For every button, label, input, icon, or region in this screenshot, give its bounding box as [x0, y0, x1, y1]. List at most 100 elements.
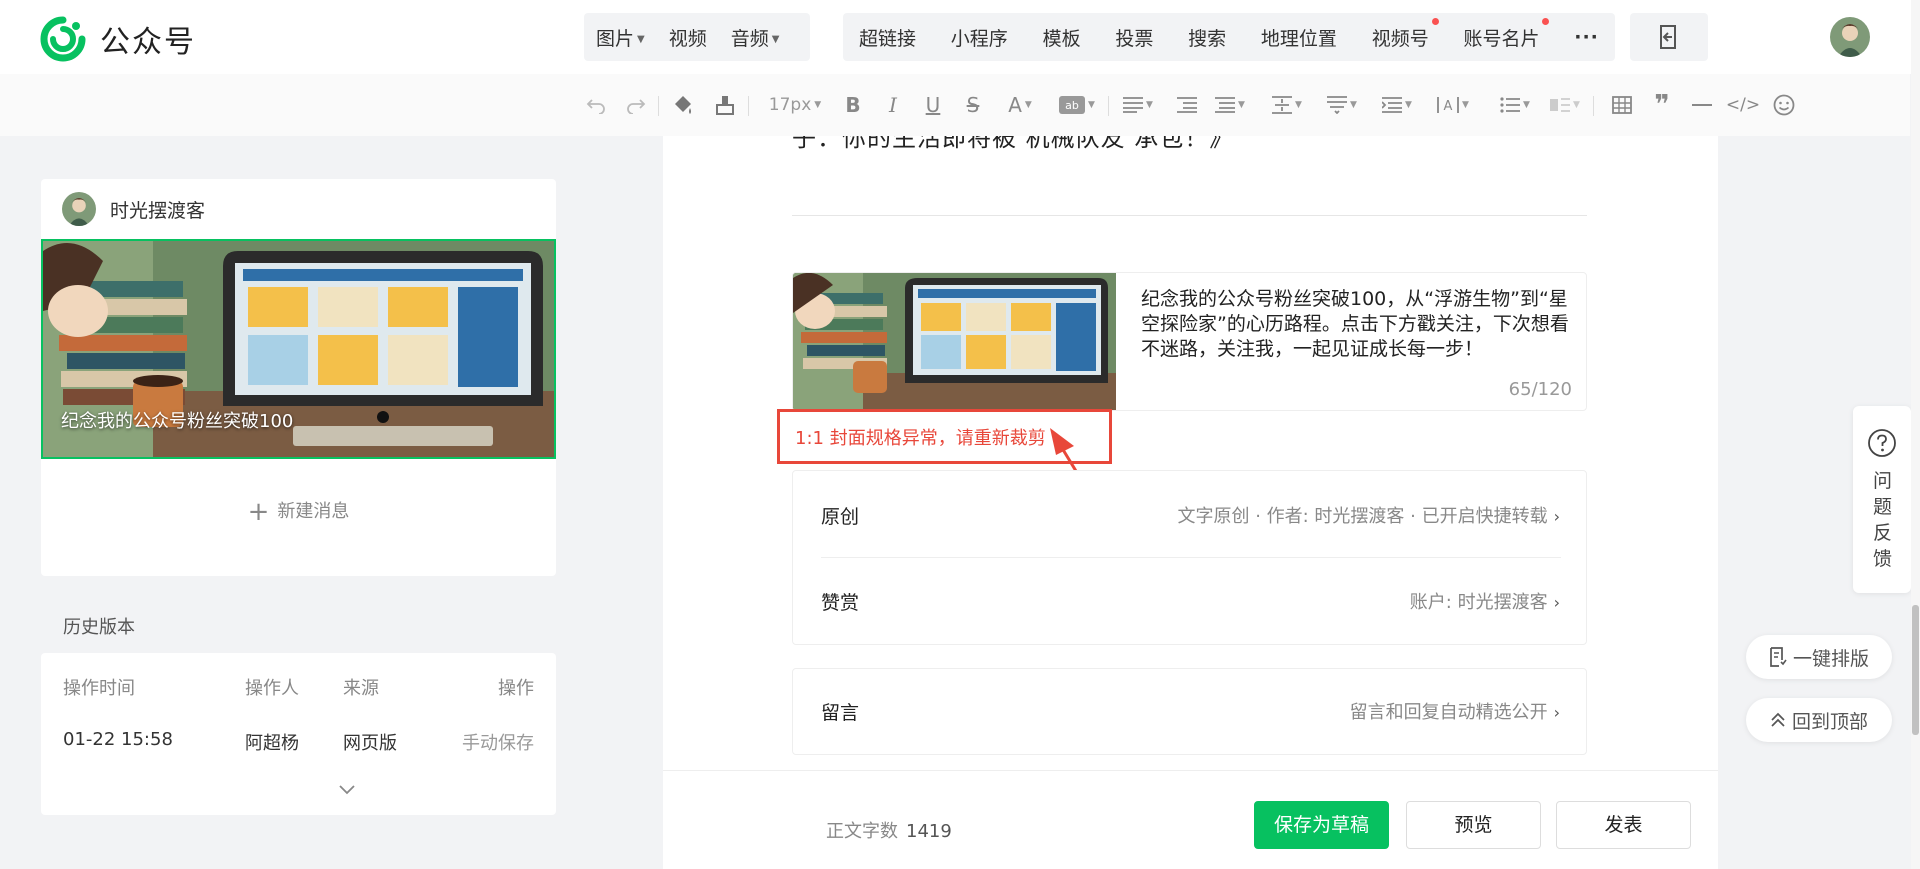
save-draft-button[interactable]: 保存为草稿: [1254, 801, 1389, 849]
word-count-label: 正文字数: [826, 821, 898, 842]
menu-search[interactable]: 搜索: [1176, 24, 1238, 51]
auto-layout-label: 一键排版: [1792, 647, 1869, 670]
chevron-right-icon: ›: [1553, 507, 1560, 526]
caret-down-icon: ▼: [1350, 100, 1357, 110]
caret-down-icon: ▼: [1573, 100, 1580, 110]
history-row-time: 01-22 15:58: [63, 729, 173, 750]
notification-dot: [1542, 17, 1550, 25]
logo-text: 公众号: [100, 25, 196, 60]
feedback-label: 问题反馈: [1873, 470, 1893, 570]
summary-char-count: 65/120: [1508, 379, 1572, 400]
publish-button[interactable]: 发表: [1556, 801, 1691, 849]
history-header-action: 操作: [498, 678, 534, 699]
highlight-icon[interactable]: ab ▼: [1057, 90, 1097, 120]
reward-value-text: 账户: 时光摆渡客: [1409, 592, 1548, 613]
menu-channels[interactable]: 视频号: [1360, 17, 1441, 51]
history-table: 操作时间 操作人 来源 操作 01-22 15:58 阿超杨 网页版 手动保存: [41, 653, 556, 815]
caret-down-icon: ▼: [637, 33, 645, 45]
editor-toolbar: 17px ▼ B I U S A ▼ ab ▼ ▼ ▼ ▼ ▼ ▼ A ▼ ▼ ▼ ❞ …: [0, 74, 1910, 136]
history-title: 历史版本: [63, 617, 135, 638]
line-spacing-icon[interactable]: ▼: [1270, 90, 1304, 120]
caret-down-icon: ▼: [814, 100, 822, 110]
history-row-operator: 阿超杨: [245, 733, 299, 754]
word-count-value: 1419: [906, 821, 952, 842]
original-value-text: 文字原创 · 作者: 时光摆渡客 · 已开启快捷转载: [1177, 506, 1548, 527]
account-avatar: [62, 192, 96, 226]
strikethrough-icon[interactable]: S: [963, 90, 983, 120]
menu-channels-label: 视频号: [1371, 27, 1429, 50]
menu-image-label: 图片: [596, 27, 635, 50]
border-icon[interactable]: ▼: [1548, 90, 1582, 120]
history-row-action[interactable]: 手动保存: [462, 729, 534, 755]
emoji-icon[interactable]: [1772, 90, 1796, 120]
preview-button[interactable]: 预览: [1406, 801, 1541, 849]
comments-label: 留言: [821, 702, 860, 724]
menu-account-card[interactable]: 账号名片: [1451, 17, 1551, 51]
original-setting-row[interactable]: 原创 文字原创 · 作者: 时光摆渡客 · 已开启快捷转载 ›: [793, 485, 1588, 545]
divider-icon[interactable]: [1690, 90, 1714, 120]
menu-image[interactable]: 图片 ▼: [584, 24, 657, 51]
underline-icon[interactable]: U: [923, 90, 943, 120]
caret-down-icon: ▼: [1238, 100, 1245, 110]
scrollbar-thumb[interactable]: [1912, 605, 1919, 735]
history-header-source: 来源: [343, 678, 379, 699]
back-to-top-button[interactable]: 回到顶部: [1746, 698, 1892, 742]
chevron-right-icon: ›: [1553, 703, 1560, 722]
undo-icon[interactable]: [585, 90, 607, 120]
list-spacing-icon[interactable]: ▼: [1380, 90, 1414, 120]
account-info: 时光摆渡客: [62, 192, 205, 226]
letter-spacing-icon[interactable]: ▼: [1325, 90, 1359, 120]
format-painter-icon[interactable]: [671, 90, 695, 120]
align-icon[interactable]: ▼: [1121, 90, 1155, 120]
caret-down-icon: ▼: [1405, 100, 1412, 110]
menu-location[interactable]: 地理位置: [1249, 24, 1349, 51]
font-color-icon[interactable]: A ▼: [1003, 90, 1037, 120]
reward-setting-row[interactable]: 赞赏 账户: 时光摆渡客 ›: [793, 571, 1588, 631]
auto-layout-button[interactable]: 一键排版: [1746, 635, 1892, 679]
article-cover[interactable]: 纪念我的公众号粉丝突破100: [41, 239, 556, 459]
toolbar-divider: [658, 96, 659, 116]
user-avatar[interactable]: [1830, 17, 1870, 57]
summary-cover[interactable]: [793, 273, 1116, 410]
chevron-down-icon[interactable]: [338, 783, 356, 795]
font-size-select[interactable]: 17px ▼: [763, 90, 827, 120]
quote-icon[interactable]: ❞: [1650, 90, 1674, 120]
font-size-value: 17px: [768, 95, 812, 115]
cover-warning-text[interactable]: 1:1 封面规格异常，请重新裁剪: [795, 424, 1046, 450]
text-direction-icon[interactable]: A ▼: [1436, 90, 1470, 120]
code-icon[interactable]: </>: [1726, 90, 1760, 120]
paragraph-spacing-icon[interactable]: ▼: [1213, 90, 1247, 120]
table-icon[interactable]: [1610, 90, 1634, 120]
reward-value: 账户: 时光摆渡客 ›: [1410, 588, 1560, 614]
menu-audio[interactable]: 音频 ▼: [719, 24, 792, 51]
reward-label: 赞赏: [821, 592, 860, 614]
double-chevron-up-icon: [1771, 712, 1785, 727]
back-to-top-label: 回到顶部: [1791, 710, 1868, 733]
redo-icon[interactable]: [625, 90, 647, 120]
new-message-button[interactable]: + 新建消息: [41, 497, 556, 527]
comments-setting-row[interactable]: 留言 留言和回复自动精选公开 ›: [793, 681, 1588, 741]
indent-icon[interactable]: [1175, 90, 1199, 120]
menu-audio-label: 音频: [730, 27, 769, 50]
list-icon[interactable]: ▼: [1498, 90, 1532, 120]
document-exit-icon: [1660, 25, 1676, 49]
history-header-time: 操作时间: [63, 678, 135, 699]
feedback-button[interactable]: 问题反馈: [1853, 406, 1911, 593]
summary-textarea[interactable]: 纪念我的公众号粉丝突破100，从“浮游生物”到“星空探险家”的心历路程。点击下方…: [1141, 287, 1571, 362]
wechat-official-logo-icon: [40, 16, 86, 62]
menu-vote[interactable]: 投票: [1103, 24, 1165, 51]
menu-hyperlink[interactable]: 超链接: [847, 24, 928, 51]
menu-mini-program[interactable]: 小程序: [939, 24, 1020, 51]
caret-down-icon: ▼: [1024, 100, 1032, 110]
italic-icon[interactable]: I: [883, 90, 903, 120]
page-scrollbar[interactable]: [1911, 0, 1920, 869]
clear-format-icon[interactable]: [713, 90, 737, 120]
document-exit-button[interactable]: [1630, 13, 1708, 61]
menu-video[interactable]: 视频: [657, 24, 719, 51]
article-list-card: 时光摆渡客 纪念我的公众号粉丝突破100 + 新建消息: [41, 179, 556, 576]
top-header: 公众号 图片 ▼ 视频 音频 ▼ 超链接 小程序 模板 投票 搜索 地理位置 视频号…: [0, 0, 1920, 74]
more-menu-icon[interactable]: ···: [1562, 26, 1611, 48]
menu-template[interactable]: 模板: [1031, 24, 1093, 51]
bold-icon[interactable]: B: [843, 90, 863, 120]
logo[interactable]: 公众号: [40, 16, 196, 62]
